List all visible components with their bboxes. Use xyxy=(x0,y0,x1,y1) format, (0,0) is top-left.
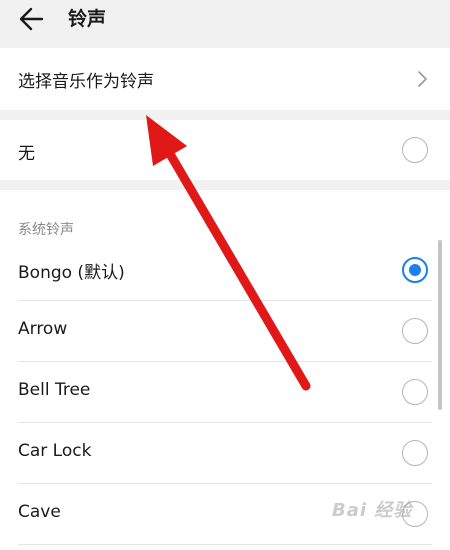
app-header: 铃声 xyxy=(0,0,450,48)
ringtone-label: Bongo (默认) xyxy=(18,263,125,283)
watermark: Bai 经验 xyxy=(332,500,413,521)
ringtone-label: Cave xyxy=(18,502,61,522)
arrow-left-icon xyxy=(19,7,44,31)
section-header: 系统铃声 xyxy=(18,222,74,238)
none-radio[interactable] xyxy=(402,137,428,163)
page-title: 铃声 xyxy=(68,8,107,30)
choose-music-label: 选择音乐作为铃声 xyxy=(18,72,154,92)
ringtone-radio-selected[interactable] xyxy=(402,257,428,283)
ringtone-item-bell-tree[interactable]: Bell Tree xyxy=(0,362,450,423)
ringtone-label: Car Lock xyxy=(18,441,92,461)
back-button[interactable] xyxy=(16,4,48,34)
ringtone-item-car-lock[interactable]: Car Lock xyxy=(0,423,450,484)
ringtone-label: Bell Tree xyxy=(18,380,91,400)
chevron-right-icon xyxy=(418,71,427,87)
none-ringtone-label: 无 xyxy=(18,144,35,164)
ringtone-radio[interactable] xyxy=(402,318,428,344)
scrollbar[interactable] xyxy=(438,240,442,410)
none-ringtone-row[interactable]: 无 xyxy=(0,120,450,180)
ringtone-radio[interactable] xyxy=(402,379,428,405)
choose-music-row[interactable]: 选择音乐作为铃声 xyxy=(0,48,450,110)
ringtone-item-arrow[interactable]: Arrow xyxy=(0,301,450,362)
ringtone-label: Arrow xyxy=(18,319,68,339)
divider xyxy=(18,544,432,545)
ringtone-radio[interactable] xyxy=(402,440,428,466)
ringtone-settings-page: 铃声 选择音乐作为铃声 无 系统铃声 Bongo (默认) Arrow Bell… xyxy=(0,0,450,550)
ringtone-item-bongo[interactable]: Bongo (默认) xyxy=(0,240,450,301)
